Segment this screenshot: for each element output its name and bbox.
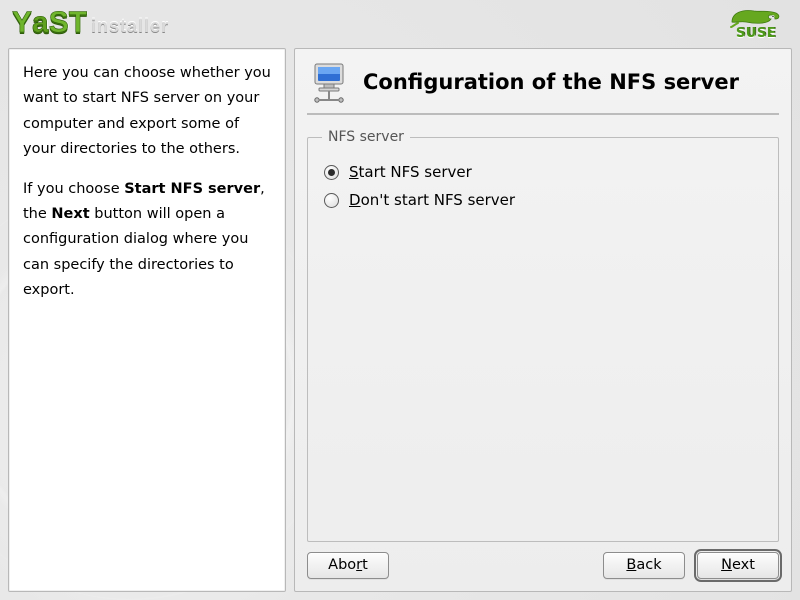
radio-indicator-icon	[324, 193, 339, 208]
help-paragraph-2: If you choose Start NFS server, the Next…	[23, 177, 271, 304]
next-button[interactable]: Next	[697, 552, 779, 579]
radio-start-nfs[interactable]: Start NFS server	[324, 163, 764, 181]
header-bar: YaST installer SUSE	[0, 0, 800, 44]
suse-word: SUSE	[736, 26, 776, 41]
chameleon-icon	[728, 6, 784, 28]
abort-button[interactable]: Abort	[307, 552, 389, 579]
suse-logo: SUSE	[728, 6, 784, 41]
radio-start-nfs-label: Start NFS server	[349, 163, 472, 181]
help-panel: Here you can choose whether you want to …	[8, 48, 286, 592]
main-header: Configuration of the NFS server	[307, 59, 779, 115]
radio-indicator-icon	[324, 165, 339, 180]
radio-dont-start-nfs-label: Don't start NFS server	[349, 191, 515, 209]
computer-network-icon	[309, 61, 351, 103]
page-title: Configuration of the NFS server	[363, 70, 739, 94]
button-bar: Abort Back Next	[307, 552, 779, 579]
radio-dont-start-nfs[interactable]: Don't start NFS server	[324, 191, 764, 209]
main-panel: Configuration of the NFS server NFS serv…	[294, 48, 792, 592]
fieldset-legend: NFS server	[322, 129, 410, 145]
app-subtitle: installer	[91, 16, 169, 37]
help-paragraph-1: Here you can choose whether you want to …	[23, 61, 271, 163]
nfs-server-fieldset: NFS server Start NFS server Don't start …	[307, 129, 779, 542]
yast-logo: YaST installer	[12, 6, 169, 40]
back-button[interactable]: Back	[603, 552, 685, 579]
